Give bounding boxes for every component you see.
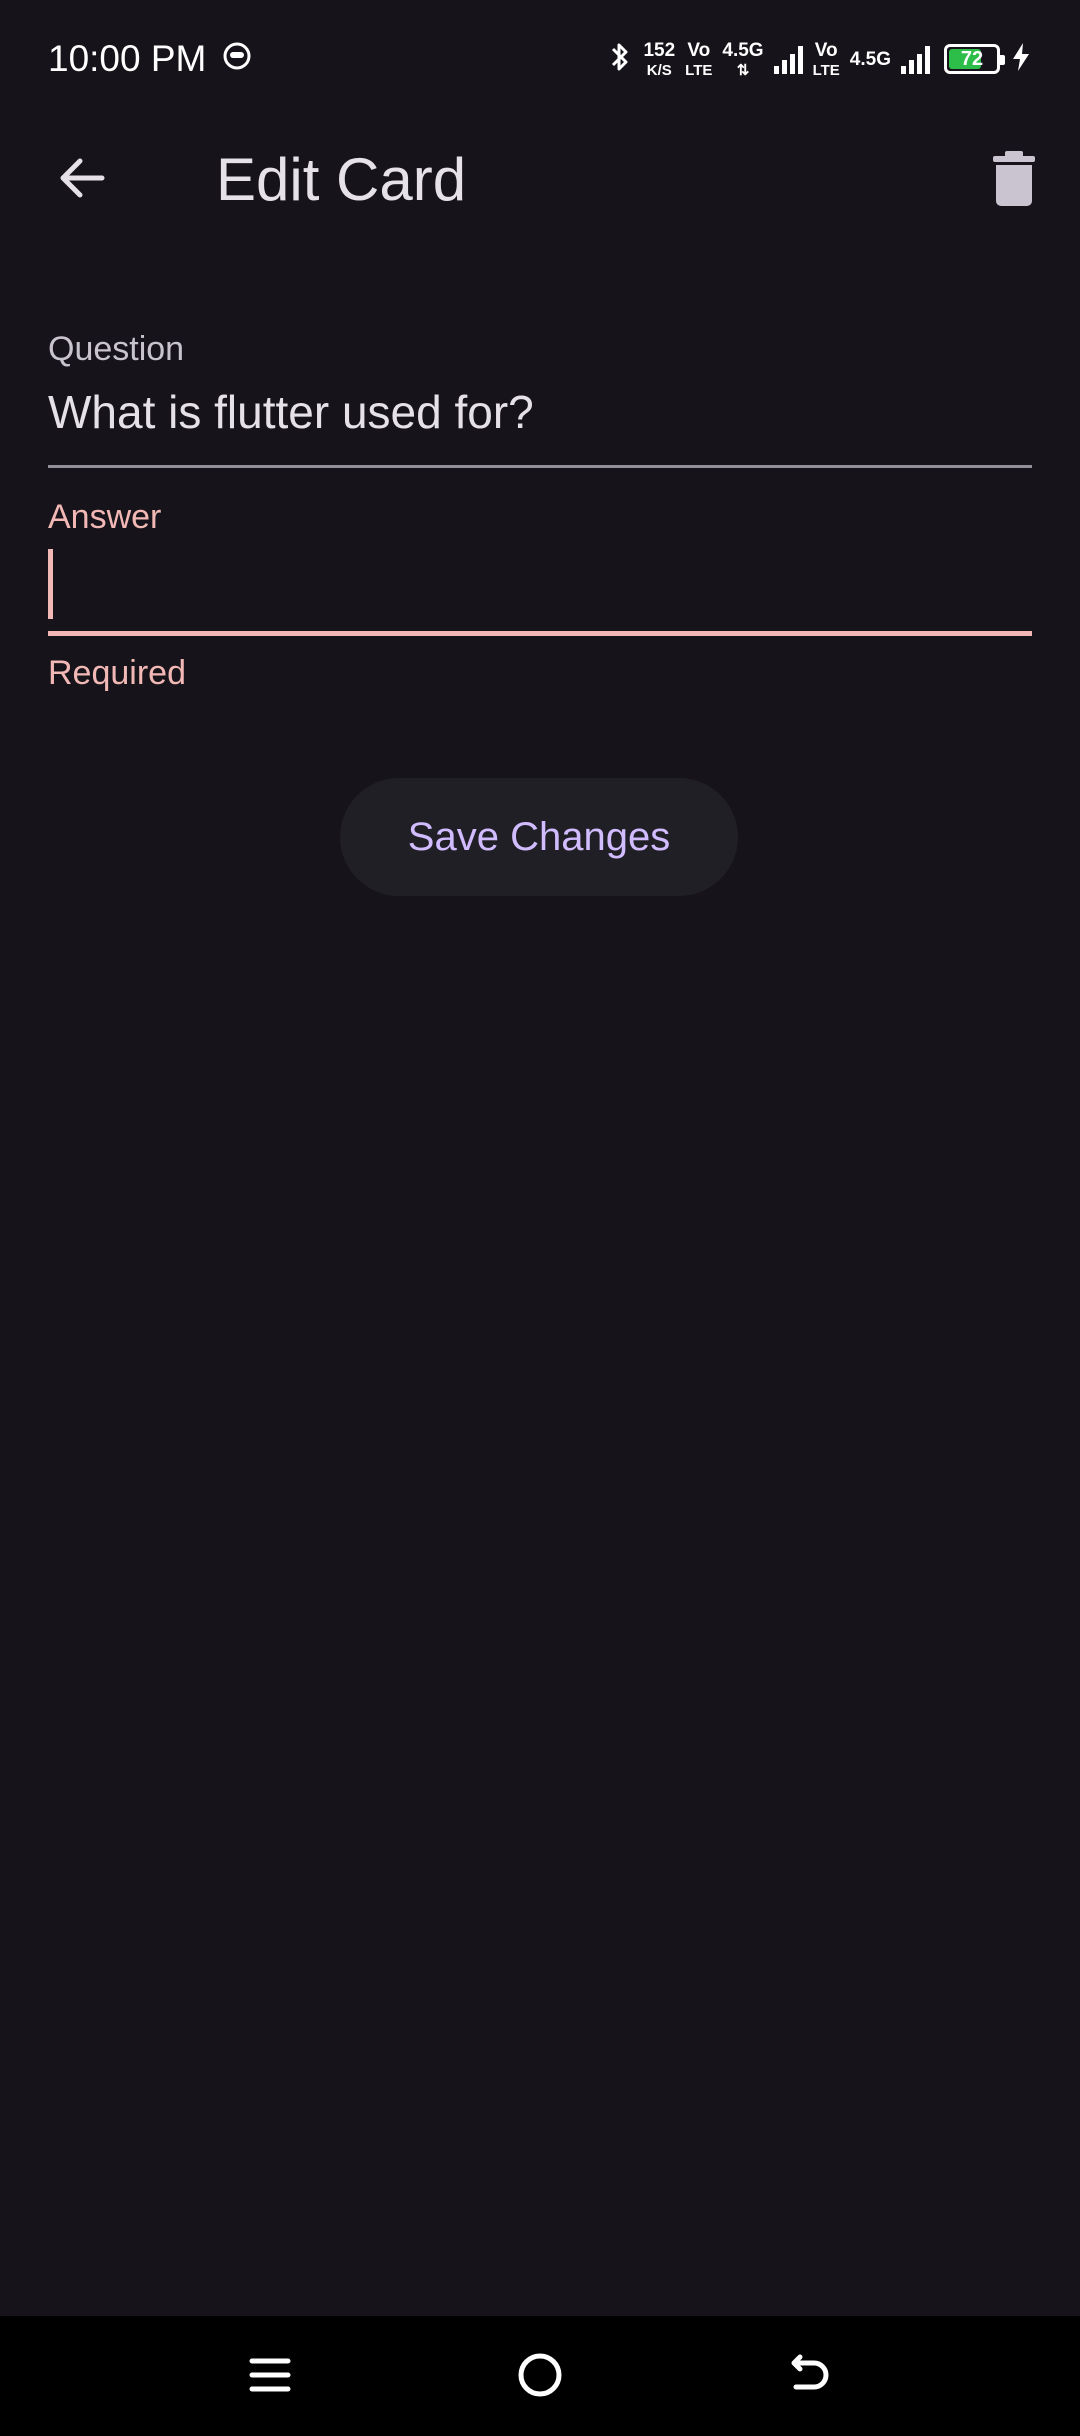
answer-field[interactable]: Answer Required: [48, 498, 1032, 693]
menu-icon: [248, 2353, 292, 2401]
circle-icon: [516, 2351, 564, 2403]
volte-1-top: Vo: [687, 39, 711, 61]
question-label: Question: [48, 330, 185, 368]
network-speed-value: 152: [643, 39, 676, 61]
home-button[interactable]: [505, 2342, 575, 2412]
question-field[interactable]: Question What is flutter used for?: [48, 330, 1032, 468]
page-title: Edit Card: [216, 146, 467, 213]
text-cursor: [48, 549, 53, 619]
bluetooth-icon: [607, 40, 633, 78]
battery-level: 72: [960, 47, 984, 70]
answer-input[interactable]: [48, 537, 1032, 619]
answer-label: Answer: [48, 498, 162, 536]
signal-2-icon: [901, 44, 930, 74]
question-underline: [48, 465, 1032, 468]
network-type-2: 4.5G: [850, 50, 891, 69]
recents-button[interactable]: [235, 2342, 305, 2412]
system-back-button[interactable]: [775, 2342, 845, 2412]
network-speed: 152 K/S: [643, 41, 675, 78]
answer-error-text: Required: [48, 654, 186, 692]
question-input[interactable]: What is flutter used for?: [48, 385, 1032, 439]
back-arrow-icon: [786, 2351, 834, 2403]
status-bar: 10:00 PM 152 K/S Vo LTE 4.5G ⇅ Vo LTE 4.…: [0, 0, 1080, 118]
charging-icon: [1010, 41, 1032, 77]
volte-1: Vo LTE: [685, 41, 712, 78]
volte-1-bottom: LTE: [685, 61, 713, 79]
battery-icon: 72: [944, 44, 1005, 74]
battery-nub: [1000, 55, 1005, 65]
signal-1-icon: [773, 44, 803, 74]
network-speed-unit: K/S: [646, 61, 672, 79]
arrow-left-icon: [54, 150, 110, 210]
volte-2: Vo LTE: [813, 41, 840, 78]
notification-icon: [222, 38, 252, 80]
back-button[interactable]: [40, 138, 124, 222]
answer-underline: [48, 631, 1032, 636]
volte-2-top: Vo: [814, 39, 838, 61]
volte-2-bottom: LTE: [812, 61, 840, 79]
save-changes-button[interactable]: Save Changes: [340, 778, 738, 896]
data-arrows-icon: ⇅: [736, 61, 750, 79]
status-left: 10:00 PM: [48, 38, 252, 80]
app-bar: Edit Card: [0, 118, 1080, 238]
status-right: 152 K/S Vo LTE 4.5G ⇅ Vo LTE 4.5G 72: [607, 40, 1032, 78]
network-type-1-label: 4.5G: [722, 39, 764, 61]
network-type-1: 4.5G ⇅: [722, 41, 763, 78]
delete-button[interactable]: [972, 138, 1056, 222]
status-time: 10:00 PM: [48, 38, 207, 79]
network-type-2-label: 4.5G: [849, 48, 891, 70]
trash-icon: [991, 149, 1037, 211]
system-nav-bar: [0, 2316, 1080, 2436]
